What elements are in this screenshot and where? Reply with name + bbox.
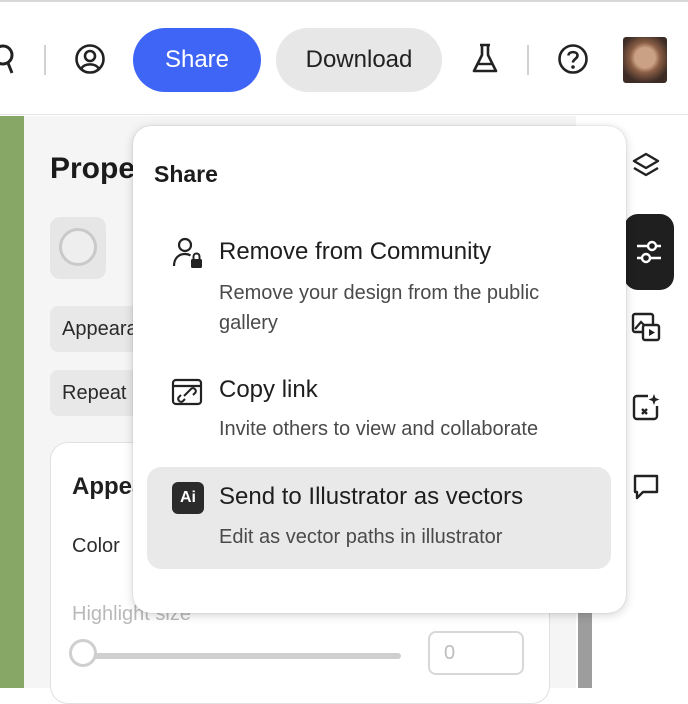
media-icon[interactable] bbox=[625, 306, 667, 348]
adjustments-icon[interactable] bbox=[624, 214, 674, 290]
layers-icon[interactable] bbox=[625, 146, 667, 188]
share-menu-title: Share bbox=[154, 161, 218, 187]
user-lock-icon bbox=[171, 236, 205, 270]
toolbar-divider bbox=[527, 45, 529, 75]
top-toolbar: Share Download bbox=[0, 0, 688, 115]
menu-item-send-to-illustrator[interactable]: Ai Send to Illustrator as vectors Edit a… bbox=[147, 467, 611, 569]
illustrator-icon: Ai bbox=[171, 481, 205, 515]
menu-item-title: Send to Illustrator as vectors bbox=[219, 483, 524, 510]
menu-item-copy-link[interactable]: Copy link Invite others to view and coll… bbox=[147, 362, 611, 452]
menu-item-title: Remove from Community bbox=[219, 238, 492, 265]
copy-link-icon bbox=[171, 376, 205, 410]
highlight-size-slider[interactable] bbox=[85, 653, 401, 659]
account-icon[interactable] bbox=[74, 43, 106, 75]
illustrator-badge: Ai bbox=[172, 482, 204, 514]
menu-item-description: Invite others to view and collaborate bbox=[219, 418, 539, 440]
menu-item-remove-from-community[interactable]: Remove from Community Remove your design… bbox=[147, 220, 611, 350]
color-label: Color bbox=[72, 535, 120, 557]
cut-off-icon[interactable] bbox=[0, 42, 20, 76]
swatch-ring-icon bbox=[59, 228, 97, 266]
generate-icon[interactable] bbox=[625, 386, 667, 428]
help-icon[interactable] bbox=[557, 43, 589, 75]
toolbar-divider bbox=[44, 45, 46, 75]
share-menu: Share Remove from Community Remove your … bbox=[133, 126, 626, 613]
avatar[interactable] bbox=[623, 37, 667, 83]
menu-item-description: Edit as vector paths in illustrator bbox=[219, 526, 503, 548]
share-button[interactable]: Share bbox=[133, 28, 261, 92]
slider-thumb[interactable] bbox=[69, 639, 97, 667]
canvas-edge bbox=[0, 116, 24, 688]
highlight-size-input[interactable]: 0 bbox=[428, 631, 524, 675]
comment-icon[interactable] bbox=[625, 466, 667, 508]
color-swatch-button[interactable] bbox=[50, 217, 106, 279]
menu-item-description: Remove your design from the public galle… bbox=[219, 282, 540, 334]
menu-item-title: Copy link bbox=[219, 376, 318, 403]
download-button[interactable]: Download bbox=[276, 28, 442, 92]
labs-flask-icon[interactable] bbox=[470, 42, 500, 76]
